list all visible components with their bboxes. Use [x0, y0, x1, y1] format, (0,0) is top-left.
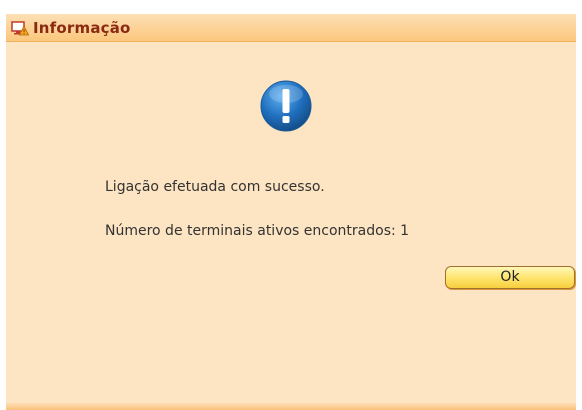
ok-button[interactable]: Ok	[445, 266, 575, 289]
dialog-bottom-border	[6, 402, 576, 410]
info-dialog: Informação Ligação efetuada com sucesso.…	[6, 14, 576, 410]
dialog-title: Informação	[33, 19, 131, 37]
exclamation-info-icon	[259, 79, 313, 133]
success-message: Ligação efetuada com sucesso.	[105, 179, 325, 195]
terminals-count-message: Número de terminais ativos encontrados: …	[105, 223, 410, 239]
dialog-titlebar[interactable]: Informação	[6, 14, 576, 42]
warning-display-icon	[11, 20, 30, 36]
